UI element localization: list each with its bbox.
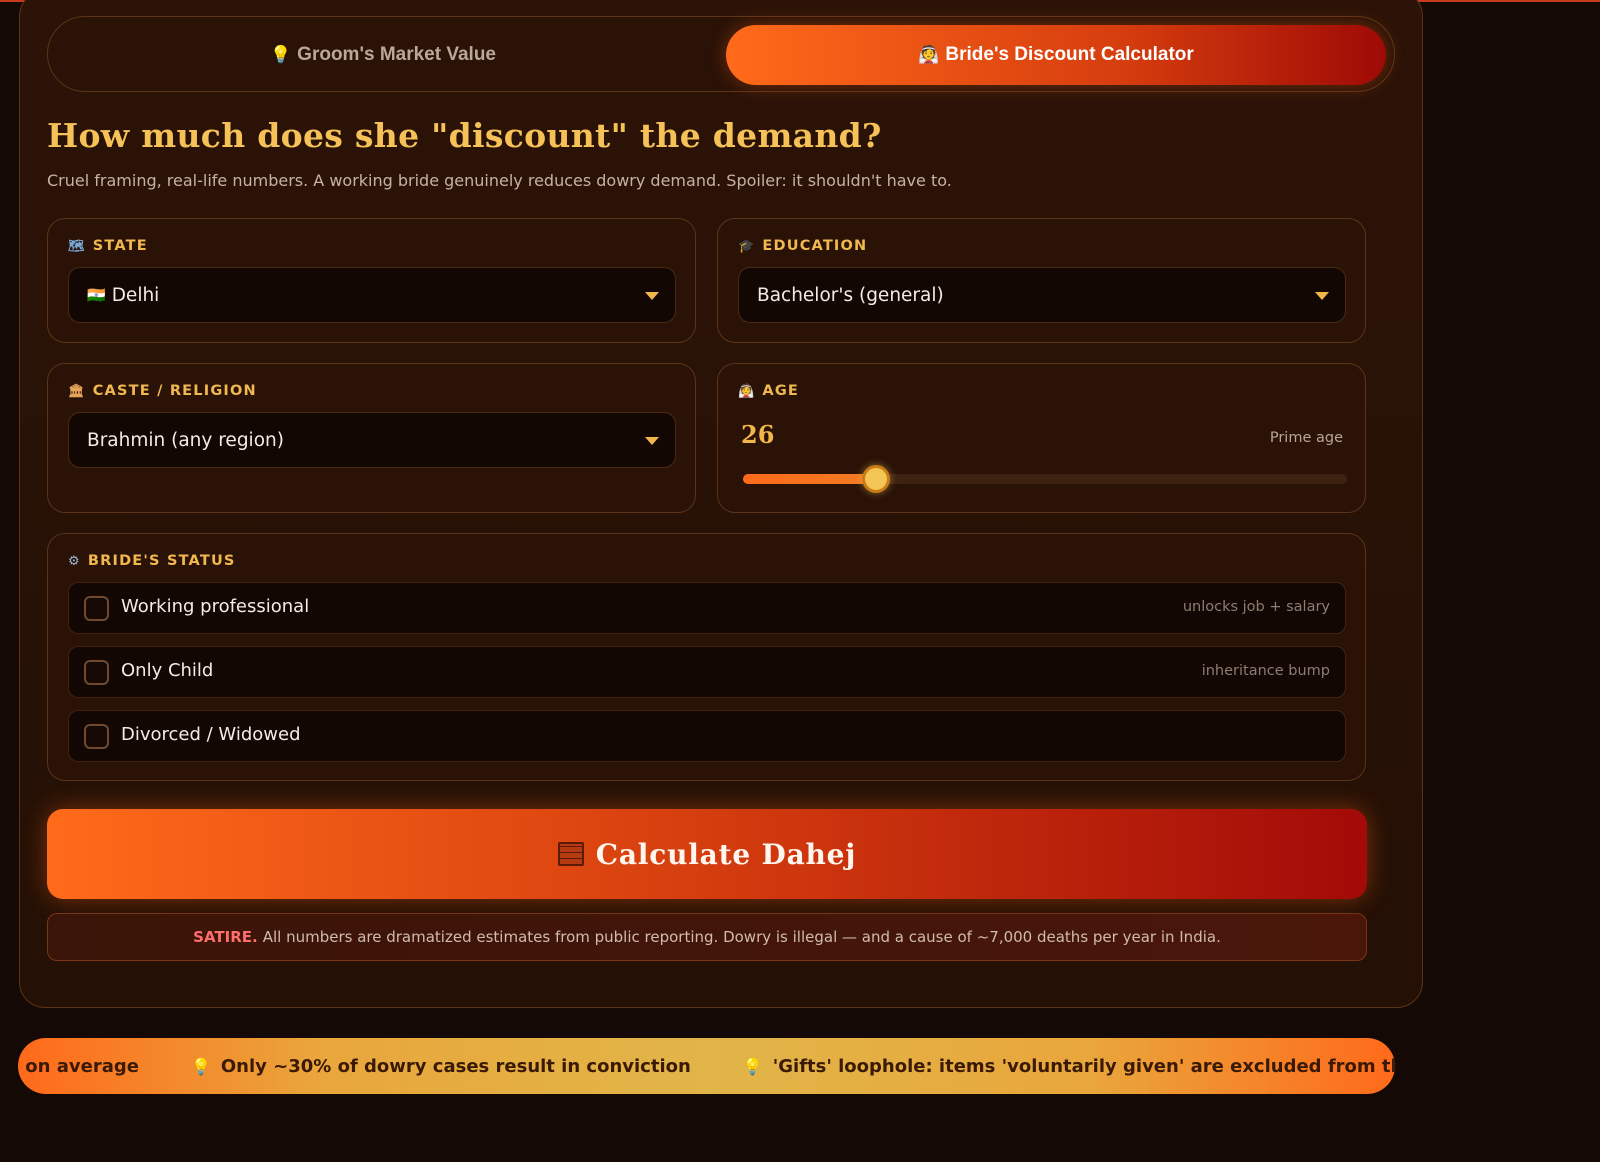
age-panel: 👰 AGE 26 Prime age [717,363,1366,513]
chevron-down-icon [645,292,659,300]
tab-label: Groom's Market Value [297,44,496,65]
option-label: Only Child [121,660,214,681]
education-value: Bachelor's (general) [757,284,944,306]
state-label: 🗺 STATE [68,238,148,254]
mode-tabs: 💡 Groom's Market Value 👰 Bride's Discoun… [47,16,1395,92]
brides-status-panel: ⚙ BRIDE'S STATUS Working professional un… [47,533,1366,781]
state-select[interactable]: 🇮🇳 Delhi [68,267,676,323]
facts-ticker: ndia on average 💡 Only ~30% of dowry cas… [18,1038,1395,1094]
education-panel: 🎓 EDUCATION Bachelor's (general) [717,218,1366,343]
brick-wall-icon [557,842,584,866]
satire-disclaimer: SATIRE. All numbers are dramatized estim… [47,913,1367,961]
age-note: Prime age [1269,430,1343,446]
caste-label: 🏛 CASTE / RELIGION [68,383,257,399]
lightbulb-icon: 💡 [742,1056,763,1076]
education-select[interactable]: Bachelor's (general) [738,267,1346,323]
education-label: 🎓 EDUCATION [738,238,868,254]
tab-grooms-market-value[interactable]: 💡 Groom's Market Value [58,25,708,85]
india-flag-icon: 🇮🇳 [87,286,106,304]
lightbulb-icon: 💡 [270,45,292,64]
caste-panel: 🏛 CASTE / RELIGION Brahmin (any region) [47,363,696,513]
calculate-dahej-button[interactable]: Calculate Dahej [47,809,1367,899]
chevron-down-icon [1315,292,1329,300]
graduation-cap-icon: 🎓 [738,238,756,254]
gear-icon: ⚙ [68,553,81,569]
ticker-item: 💡 Only ~30% of dowry cases result in con… [190,1055,691,1077]
tab-label: Bride's Discount Calculator [945,44,1194,65]
caste-select[interactable]: Brahmin (any region) [68,412,676,468]
status-option-working-professional[interactable]: Working professional unlocks job + salar… [68,582,1346,634]
age-label: 👰 AGE [738,383,800,399]
disclaimer-strong: SATIRE. [193,928,258,946]
caste-value: Brahmin (any region) [87,429,284,451]
option-hint: inheritance bump [1201,663,1330,679]
status-option-divorced-widowed[interactable]: Divorced / Widowed [68,710,1346,762]
age-value: 26 [741,420,775,449]
lightbulb-icon: 💡 [190,1056,211,1076]
checkbox[interactable] [84,660,109,685]
age-slider-fill [743,474,876,484]
tab-brides-discount-calculator[interactable]: 👰 Bride's Discount Calculator [726,25,1386,85]
chevron-down-icon [645,437,659,445]
option-hint: unlocks job + salary [1182,599,1330,615]
ticker-item: ndia on average [18,1055,139,1077]
option-label: Divorced / Widowed [121,724,301,745]
checkbox[interactable] [84,596,109,621]
calculate-label: Calculate Dahej [595,837,857,871]
page-subtitle: Cruel framing, real-life numbers. A work… [47,171,952,190]
brides-status-label: ⚙ BRIDE'S STATUS [68,553,236,569]
status-option-only-child[interactable]: Only Child inheritance bump [68,646,1346,698]
bride-icon: 👰 [738,383,756,399]
ticker-track: ndia on average 💡 Only ~30% of dowry cas… [18,1038,1395,1094]
age-slider-track[interactable] [743,465,1347,493]
temple-icon: 🏛 [68,383,86,399]
state-panel: 🗺 STATE 🇮🇳 Delhi [47,218,696,343]
checkbox[interactable] [84,724,109,749]
page-title: How much does she "discount" the demand? [47,116,882,155]
disclaimer-text: All numbers are dramatized estimates fro… [262,928,1221,946]
bride-icon: 👰 [918,45,940,64]
ticker-item: 💡 'Gifts' loophole: items 'voluntarily g… [742,1055,1395,1077]
option-label: Working professional [121,596,310,617]
state-value: Delhi [111,284,160,306]
map-icon: 🗺 [68,238,86,254]
age-slider-handle[interactable] [861,465,890,493]
